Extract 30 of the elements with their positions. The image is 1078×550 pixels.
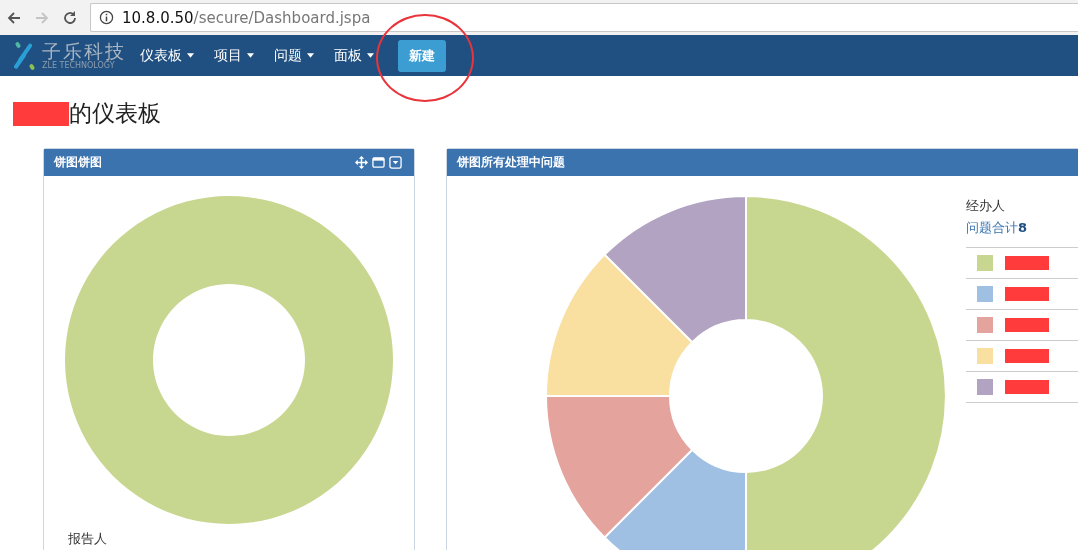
info-icon[interactable] — [99, 10, 114, 25]
redaction-mark — [1005, 287, 1049, 301]
caret-icon — [187, 53, 194, 58]
move-icon[interactable] — [355, 156, 368, 169]
gadget-title: 饼图所有处理中问题 — [457, 154, 565, 171]
caret-icon — [247, 53, 254, 58]
redaction-mark — [1005, 318, 1049, 332]
caret-icon — [367, 53, 374, 58]
maximize-icon[interactable] — [372, 156, 385, 169]
url-text: 10.8.0.50/secure/Dashboard.jspa — [122, 8, 371, 27]
nav-menu[interactable]: 项目 — [214, 46, 254, 65]
nav-menu[interactable]: 问题 — [274, 46, 314, 65]
nav-menu[interactable]: 面板 — [334, 46, 374, 65]
caret-icon — [307, 53, 314, 58]
redaction-mark — [1005, 380, 1049, 394]
address-bar[interactable]: 10.8.0.50/secure/Dashboard.jspa — [90, 3, 1078, 32]
logo-name: 子乐科技 — [42, 41, 126, 61]
page-title: 的仪表板 — [69, 99, 161, 128]
dropdown-icon[interactable] — [389, 156, 402, 169]
issue-total[interactable]: 问题合计8 — [966, 219, 1078, 237]
logo-subtitle: ZLE TECHNOLOGY — [42, 61, 115, 70]
legend-title: 经办人 — [966, 197, 1006, 215]
nav-menu[interactable]: 仪表板 — [140, 46, 194, 65]
redaction-mark — [13, 101, 69, 126]
chart-label: 报告人 — [67, 530, 108, 548]
back-icon[interactable] — [6, 9, 22, 26]
gadget-title: 饼图饼图 — [54, 154, 102, 171]
redaction-mark — [1005, 349, 1049, 363]
reload-icon[interactable] — [62, 9, 78, 26]
redaction-mark — [1005, 256, 1049, 270]
